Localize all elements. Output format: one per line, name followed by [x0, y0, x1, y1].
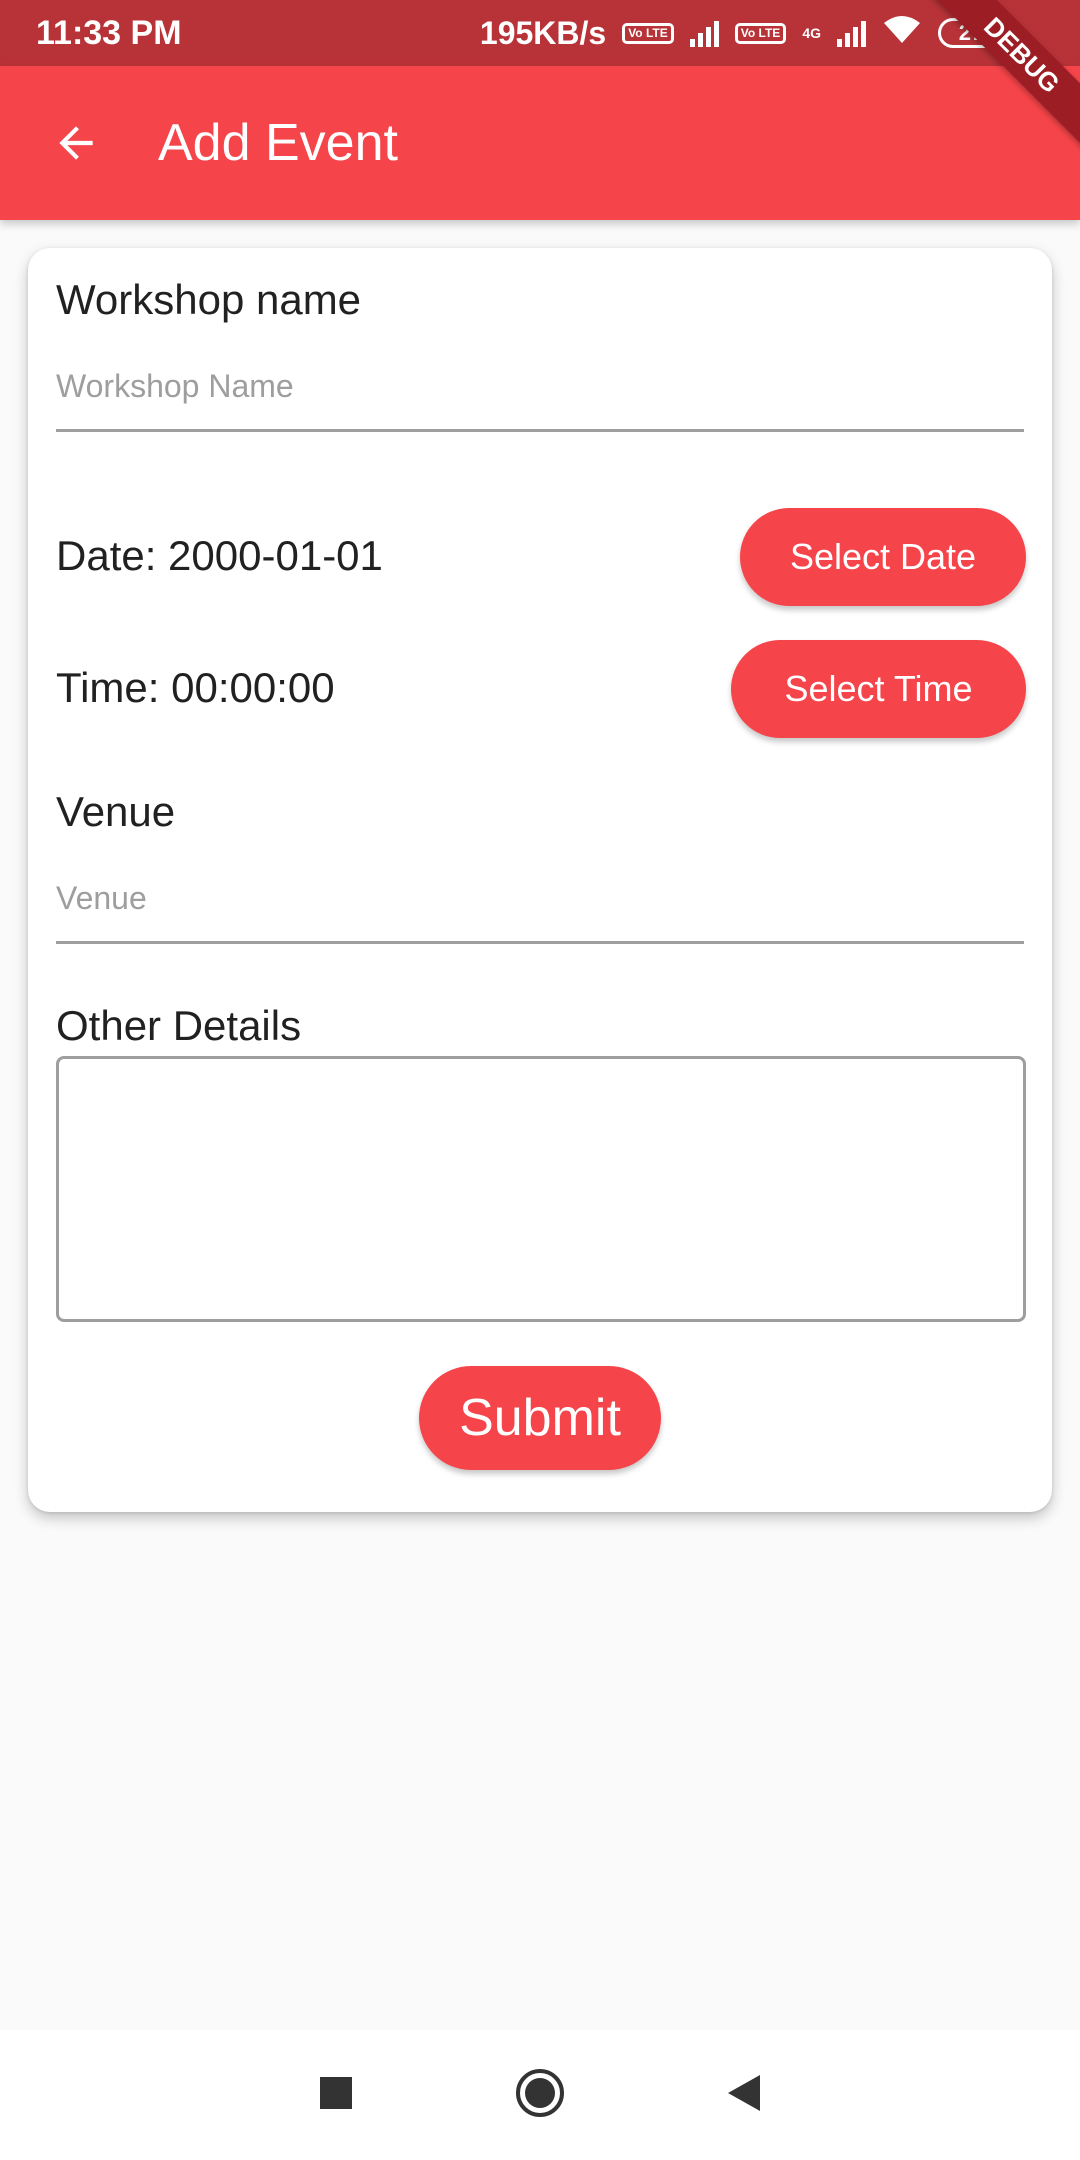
network-type: 4G [802, 25, 821, 41]
submit-button[interactable]: Submit [419, 1366, 661, 1470]
wifi-icon [882, 13, 922, 53]
home-button[interactable] [514, 2067, 566, 2124]
select-date-button[interactable]: Select Date [740, 508, 1026, 606]
circle-icon [516, 2068, 564, 2117]
date-label: Date: 2000-01-01 [56, 532, 383, 579]
signal-icon-1 [689, 19, 719, 47]
status-indicators: 195KB/s Vo LTE Vo LTE 4G 27 [480, 13, 1004, 53]
app-bar: Add Event [0, 66, 1080, 220]
workshop-name-field[interactable] [56, 344, 1024, 432]
time-label: Time: 00:00:00 [56, 664, 335, 711]
system-nav-bar [0, 2030, 1080, 2160]
select-time-button[interactable]: Select Time [731, 640, 1026, 738]
event-form-card: Workshop name Date: 2000-01-01 Select Da… [28, 248, 1052, 1512]
triangle-back-icon [728, 2074, 760, 2111]
square-icon [320, 2076, 352, 2109]
signal-icon-2 [837, 19, 866, 47]
volte-badge-2: Vo LTE [734, 22, 787, 44]
net-speed: 195KB/s [479, 14, 607, 51]
venue-label: Venue [56, 788, 176, 835]
status-time: 11:33 PM [36, 13, 182, 52]
workshop-name-input[interactable] [56, 344, 1024, 429]
nav-back-button[interactable] [726, 2073, 762, 2118]
other-details-label: Other Details [56, 1002, 302, 1049]
other-details-field[interactable] [56, 1056, 1026, 1322]
venue-field[interactable] [56, 856, 1024, 944]
volte-badge-1: Vo LTE [622, 22, 674, 44]
page-title: Add Event [158, 114, 398, 172]
venue-input[interactable] [56, 856, 1024, 941]
status-bar: 11:33 PM 195KB/s Vo LTE Vo LTE 4G 27 [0, 0, 1080, 66]
workshop-name-label: Workshop name [56, 276, 362, 323]
back-button[interactable] [36, 103, 116, 183]
arrow-left-icon [59, 126, 93, 160]
other-details-textarea[interactable] [59, 1059, 1023, 1319]
recent-apps-button[interactable] [318, 2075, 354, 2116]
